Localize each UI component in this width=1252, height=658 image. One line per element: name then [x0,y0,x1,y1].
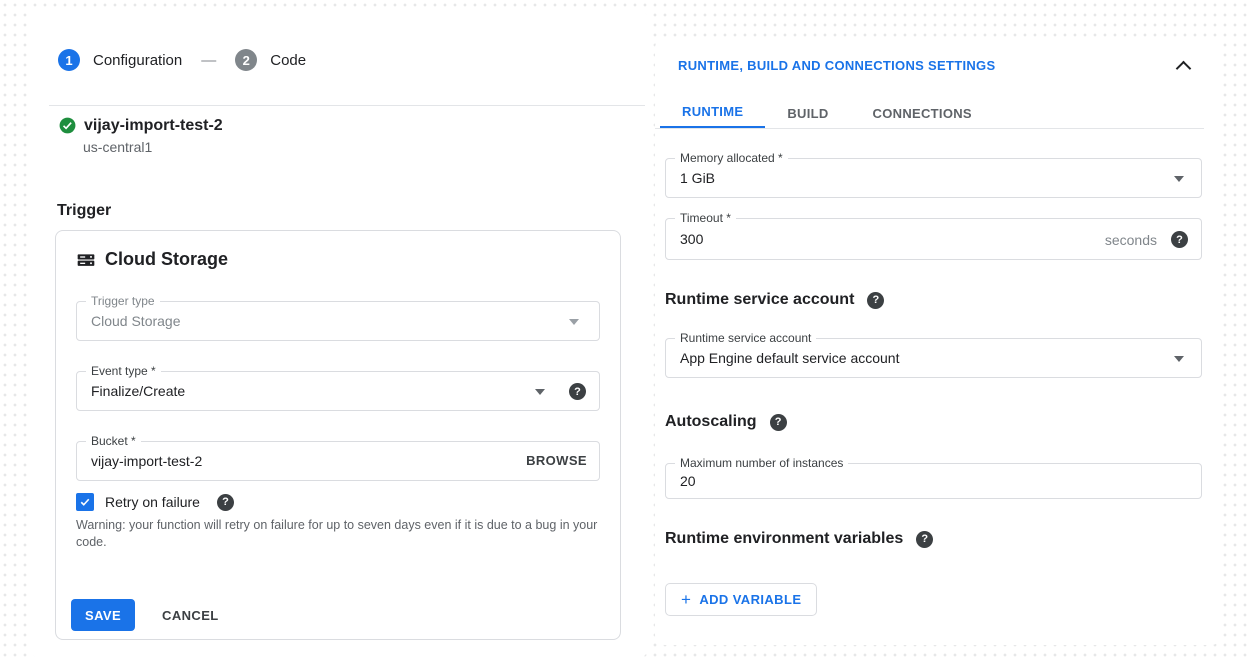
bucket-field: Bucket * BROWSE [76,441,600,481]
check-circle-icon [58,116,77,135]
help-icon[interactable]: ? [916,531,933,548]
step-1-label[interactable]: Configuration [93,52,182,69]
trigger-card-header: Cloud Storage [76,249,228,270]
service-account-heading-row: Runtime service account ? [665,291,884,309]
autoscaling-heading-row: Autoscaling ? [665,413,787,431]
help-icon[interactable]: ? [1171,231,1188,248]
help-icon[interactable]: ? [770,414,787,431]
step-2-label[interactable]: Code [270,52,306,69]
cancel-button[interactable]: CANCEL [162,608,219,623]
retry-checkbox[interactable] [76,493,94,511]
timeout-suffix: seconds [1105,219,1157,261]
save-button[interactable]: SAVE [71,599,135,631]
stepper-divider [49,105,645,106]
trigger-card-title: Cloud Storage [105,249,228,270]
chevron-down-icon[interactable] [1174,356,1184,362]
chevron-down-icon [569,319,579,325]
card-actions: SAVE CANCEL [71,599,219,631]
max-instances-field: Maximum number of instances [665,463,1202,499]
env-vars-heading-row: Runtime environment variables ? [665,530,933,548]
checkmark-icon [79,496,91,508]
tab-build[interactable]: BUILD [765,97,850,129]
chevron-down-icon[interactable] [1174,176,1184,182]
function-name: vijay-import-test-2 [84,117,223,135]
stepper: 1 Configuration — 2 Code [58,49,306,71]
service-account-select[interactable]: Runtime service account App Engine defau… [665,338,1202,378]
service-account-heading: Runtime service account [665,291,854,309]
max-instances-input[interactable] [666,464,1201,498]
retry-row: Retry on failure ? [76,493,234,511]
plus-icon: + [681,591,691,608]
memory-select[interactable]: Memory allocated * 1 GiB [665,158,1202,198]
trigger-card: Cloud Storage Trigger type Cloud Storage… [55,230,621,640]
trigger-heading: Trigger [57,202,111,220]
add-variable-button[interactable]: + ADD VARIABLE [665,583,817,616]
help-icon[interactable]: ? [569,383,586,400]
settings-expander-link[interactable]: RUNTIME, BUILD AND CONNECTIONS SETTINGS [678,58,995,73]
settings-tabs: RUNTIME BUILD CONNECTIONS [660,97,994,129]
step-1-badge[interactable]: 1 [58,49,80,71]
chevron-up-icon[interactable] [1176,61,1192,77]
function-header: vijay-import-test-2 [58,116,223,135]
stepper-separator: — [195,52,222,69]
runtime-settings-panel: RUNTIME, BUILD AND CONNECTIONS SETTINGS … [655,38,1221,645]
retry-label: Retry on failure [105,494,200,510]
env-vars-heading: Runtime environment variables [665,530,903,548]
trigger-type-select: Trigger type Cloud Storage [76,301,600,341]
autoscaling-heading: Autoscaling [665,413,757,431]
help-icon[interactable]: ? [217,494,234,511]
tab-runtime[interactable]: RUNTIME [660,97,765,129]
cloud-storage-icon [76,250,96,270]
timeout-field: Timeout * seconds ? [665,218,1202,260]
trigger-type-value: Cloud Storage [91,302,181,340]
configuration-panel: 1 Configuration — 2 Code vijay-import-te… [30,10,648,658]
chevron-down-icon[interactable] [535,389,545,395]
add-variable-label: ADD VARIABLE [699,592,801,607]
event-type-value: Finalize/Create [91,372,185,410]
function-region: us-central1 [83,139,152,155]
tabs-divider [655,128,1204,129]
bucket-input[interactable] [77,442,599,480]
tab-connections[interactable]: CONNECTIONS [851,97,994,129]
memory-value: 1 GiB [680,159,715,197]
retry-warning: Warning: your function will retry on fai… [76,517,603,551]
event-type-select[interactable]: Event type * Finalize/Create ? [76,371,600,411]
step-2-badge[interactable]: 2 [235,49,257,71]
service-account-value: App Engine default service account [680,339,899,377]
browse-button[interactable]: BROWSE [526,442,587,480]
help-icon[interactable]: ? [867,292,884,309]
